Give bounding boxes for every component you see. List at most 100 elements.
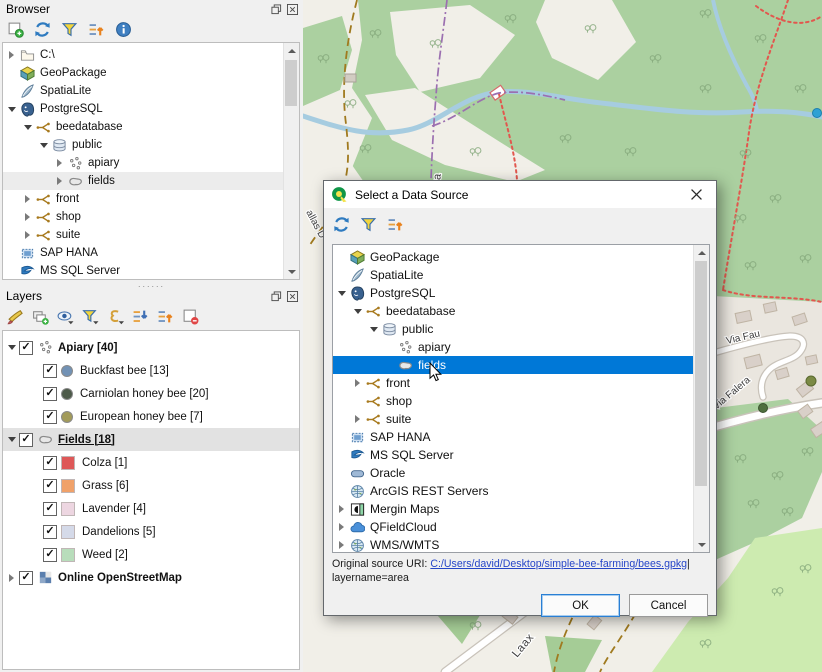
layer-checkbox[interactable]: ✓ [43, 548, 57, 562]
layer-checkbox[interactable]: ✓ [43, 364, 57, 378]
add-group-button[interactable] [29, 305, 51, 327]
source-item-sap-hana[interactable]: SAP HANA [333, 428, 694, 446]
layers-item-fields-18[interactable]: ✓Fields [18] [3, 428, 299, 451]
collapse-all-button[interactable] [154, 305, 176, 327]
browser-item-shop[interactable]: shop [3, 208, 284, 226]
layers-item-carniolan-honey-bee-20[interactable]: ✓Carniolan honey bee [20] [3, 382, 299, 405]
filter-legend-button[interactable] [79, 305, 101, 327]
source-item-ms-sql-server[interactable]: MS SQL Server [333, 446, 694, 464]
float-icon[interactable] [270, 290, 283, 303]
scroll-down-icon[interactable] [284, 264, 299, 279]
layer-checkbox[interactable]: ✓ [43, 410, 57, 424]
scroll-thumb[interactable] [285, 60, 297, 106]
expander-icon[interactable] [335, 541, 348, 549]
browser-item-ms-sql-server[interactable]: MS SQL Server [3, 262, 284, 280]
browser-item-apiary[interactable]: apiary [3, 154, 284, 172]
expander-icon[interactable] [351, 379, 364, 387]
source-item-beedatabase[interactable]: beedatabase [333, 302, 694, 320]
layer-checkbox[interactable]: ✓ [43, 525, 57, 539]
panel-splitter[interactable]: ...... [0, 280, 303, 287]
open-layer-styling-button[interactable] [4, 305, 26, 327]
source-item-apiary[interactable]: apiary [333, 338, 694, 356]
expander-icon[interactable] [21, 213, 34, 221]
scroll-up-icon[interactable] [694, 245, 709, 260]
browser-item-fields[interactable]: fields [3, 172, 284, 190]
source-item-spatialite[interactable]: SpatiaLite [333, 266, 694, 284]
source-item-public[interactable]: public [333, 320, 694, 338]
browser-item-sap-hana[interactable]: SAP HANA [3, 244, 284, 262]
browser-item-beedatabase[interactable]: beedatabase [3, 118, 284, 136]
expander-icon[interactable] [351, 309, 364, 314]
source-item-geopackage[interactable]: GeoPackage [333, 248, 694, 266]
ok-button[interactable]: OK [541, 594, 620, 617]
layers-item-apiary-40[interactable]: ✓Apiary [40] [3, 336, 299, 359]
layers-item-european-honey-bee-7[interactable]: ✓European honey bee [7] [3, 405, 299, 428]
layer-checkbox[interactable]: ✓ [43, 479, 57, 493]
expander-icon[interactable] [53, 177, 66, 185]
expander-icon[interactable] [21, 195, 34, 203]
source-item-fields[interactable]: fields [333, 356, 694, 374]
browser-item-geopackage[interactable]: GeoPackage [3, 64, 284, 82]
collapse-all-button[interactable] [85, 18, 107, 40]
remove-layer-button[interactable] [179, 305, 201, 327]
filter-by-expression-button[interactable] [104, 305, 126, 327]
browser-item-postgresql[interactable]: PostgreSQL [3, 100, 284, 118]
layers-item-lavender-4[interactable]: ✓Lavender [4] [3, 497, 299, 520]
layer-checkbox[interactable]: ✓ [19, 571, 33, 585]
layers-item-online-openstreetmap[interactable]: ✓Online OpenStreetMap [3, 566, 299, 589]
layer-checkbox[interactable]: ✓ [19, 341, 33, 355]
source-item-wms-wmts[interactable]: WMS/WMTS [333, 536, 694, 553]
layer-checkbox[interactable]: ✓ [43, 502, 57, 516]
expander-icon[interactable] [37, 143, 50, 148]
expander-icon[interactable] [5, 107, 18, 112]
expander-icon[interactable] [5, 437, 18, 442]
filter-button[interactable] [357, 213, 379, 235]
expander-icon[interactable] [21, 125, 34, 130]
browser-item-front[interactable]: front [3, 190, 284, 208]
expander-icon[interactable] [335, 291, 348, 296]
browser-item-public[interactable]: public [3, 136, 284, 154]
expander-icon[interactable] [21, 231, 34, 239]
scroll-thumb[interactable] [695, 261, 707, 486]
layers-item-dandelions-5[interactable]: ✓Dandelions [5] [3, 520, 299, 543]
expander-icon[interactable] [53, 159, 66, 167]
source-item-postgresql[interactable]: PostgreSQL [333, 284, 694, 302]
browser-item-spatialite[interactable]: SpatiaLite [3, 82, 284, 100]
scroll-up-icon[interactable] [284, 43, 299, 58]
add-selected-layers-button[interactable] [4, 18, 26, 40]
source-item-arcgis-rest-servers[interactable]: ArcGIS REST Servers [333, 482, 694, 500]
expander-icon[interactable] [351, 415, 364, 423]
source-item-suite[interactable]: suite [333, 410, 694, 428]
dialog-close-icon[interactable] [682, 183, 710, 207]
browser-item-suite[interactable]: suite [3, 226, 284, 244]
layers-item-grass-6[interactable]: ✓Grass [6] [3, 474, 299, 497]
layers-item-buckfast-bee-13[interactable]: ✓Buckfast bee [13] [3, 359, 299, 382]
close-icon[interactable] [286, 290, 299, 303]
refresh-button[interactable] [330, 213, 352, 235]
layer-checkbox[interactable]: ✓ [19, 433, 33, 447]
source-item-shop[interactable]: shop [333, 392, 694, 410]
source-item-front[interactable]: front [333, 374, 694, 392]
scroll-down-icon[interactable] [694, 537, 709, 552]
expander-icon[interactable] [367, 327, 380, 332]
close-icon[interactable] [286, 3, 299, 16]
expander-icon[interactable] [335, 505, 348, 513]
manage-map-themes-button[interactable] [54, 305, 76, 327]
browser-scrollbar[interactable] [283, 43, 299, 279]
collapse-all-button[interactable] [384, 213, 406, 235]
expander-icon[interactable] [5, 51, 18, 59]
cancel-button[interactable]: Cancel [629, 594, 708, 617]
expander-icon[interactable] [335, 523, 348, 531]
layers-item-weed-2[interactable]: ✓Weed [2] [3, 543, 299, 566]
expander-icon[interactable] [5, 574, 18, 582]
filter-browser-button[interactable] [58, 18, 80, 40]
expand-all-button[interactable] [129, 305, 151, 327]
source-item-qfieldcloud[interactable]: QFieldCloud [333, 518, 694, 536]
dialog-scrollbar[interactable] [693, 245, 709, 552]
refresh-button[interactable] [31, 18, 53, 40]
dialog-titlebar[interactable]: Select a Data Source [324, 181, 716, 208]
source-item-oracle[interactable]: Oracle [333, 464, 694, 482]
layers-item-colza-1[interactable]: ✓Colza [1] [3, 451, 299, 474]
layer-checkbox[interactable]: ✓ [43, 387, 57, 401]
properties-button[interactable] [112, 18, 134, 40]
